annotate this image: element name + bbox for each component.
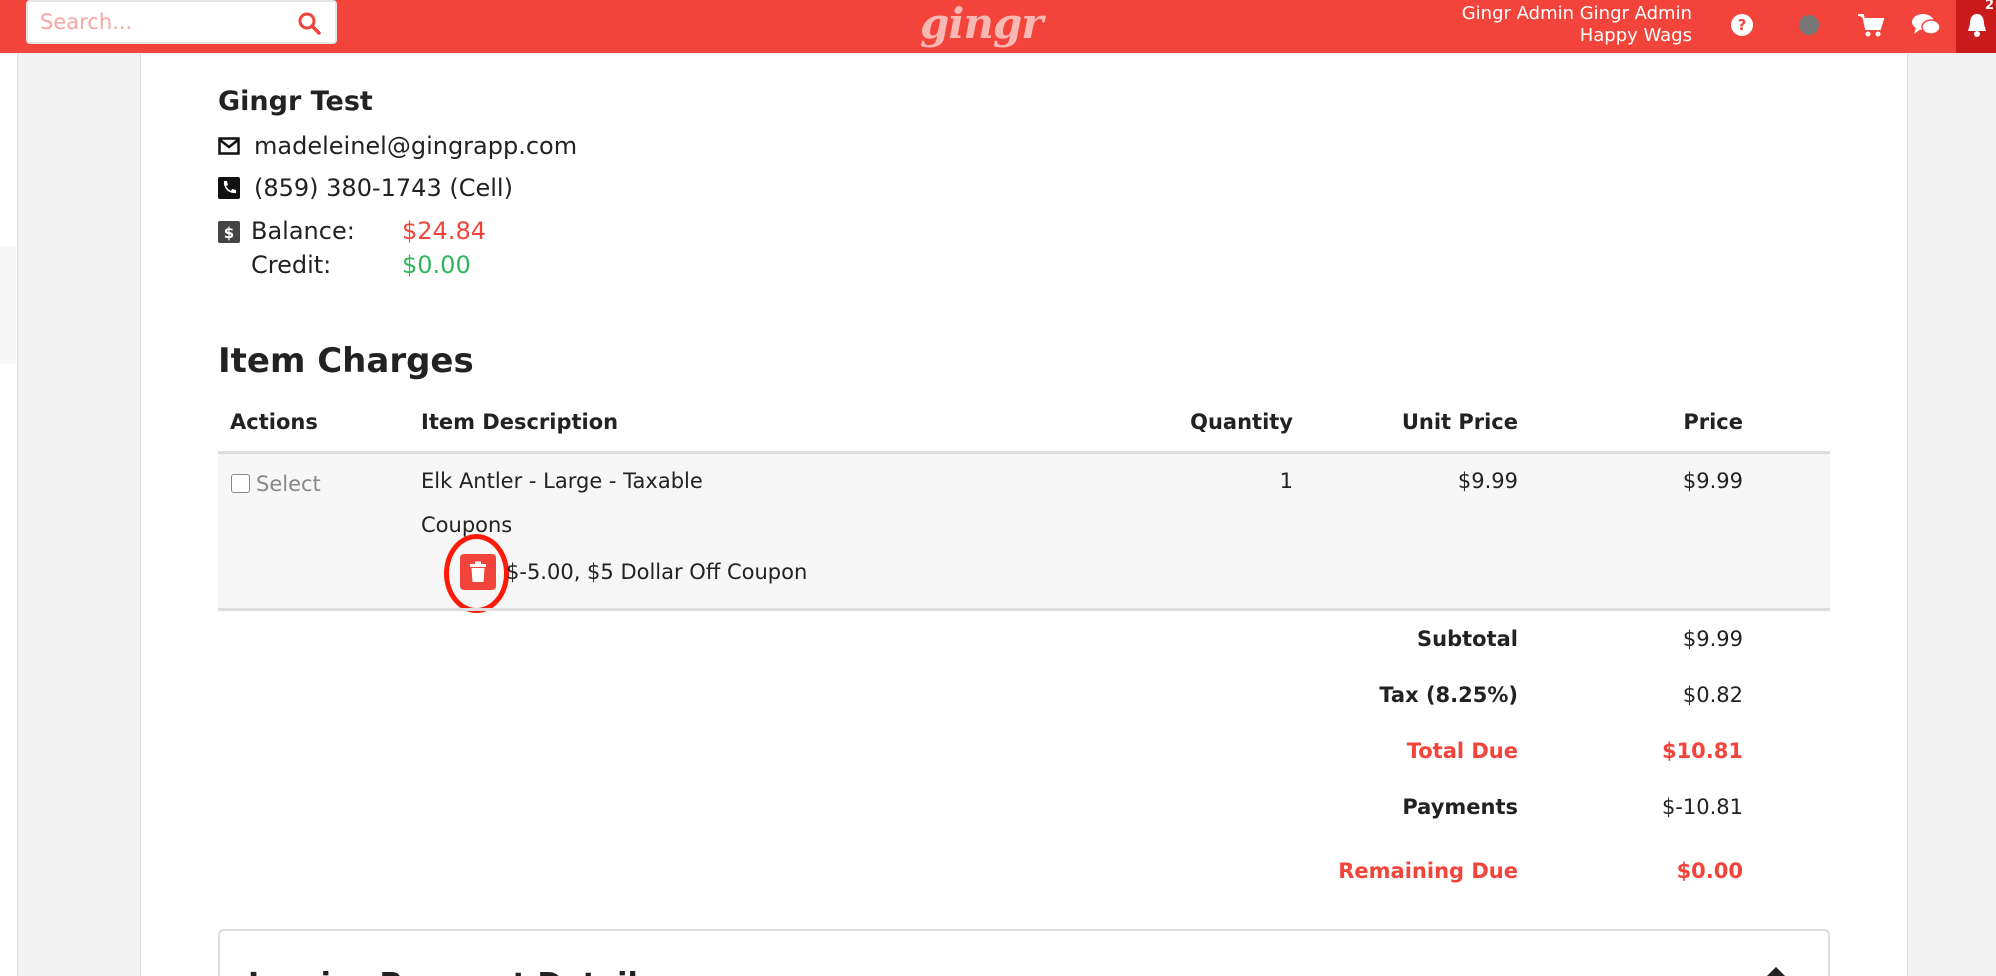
search-box[interactable] — [26, 0, 337, 44]
column-header-quantity: Quantity — [1190, 410, 1293, 434]
item-unit-price: $9.99 — [1457, 469, 1518, 493]
svg-text:$: $ — [224, 224, 234, 242]
location-name: Happy Wags — [1579, 25, 1692, 46]
total-due-value: $10.81 — [1661, 739, 1743, 763]
dollar-icon: $ — [218, 221, 240, 243]
customer-email-line: madeleinel@gingrapp.com — [218, 132, 577, 160]
user-info[interactable]: Gingr Admin Gingr Admin Happy Wags — [1462, 3, 1692, 47]
customer-phone-line: (859) 380-1743 (Cell) — [218, 174, 513, 202]
item-quantity: 1 — [1279, 469, 1293, 493]
status-dot-icon[interactable] — [1793, 9, 1825, 41]
column-header-actions: Actions — [230, 410, 318, 434]
panel-title: Invoice Payment Details — [248, 967, 656, 976]
invoice-payment-details-panel[interactable]: Invoice Payment Details — [218, 929, 1830, 976]
remaining-due-value: $0.00 — [1676, 859, 1743, 883]
top-navigation-bar: gingr Gingr Admin Gingr Admin Happy Wags… — [0, 0, 1996, 53]
notification-count-badge: 2 — [1985, 0, 1995, 13]
chat-icon[interactable] — [1910, 9, 1942, 41]
payments-value: $-10.81 — [1661, 795, 1743, 819]
column-header-unit-price: Unit Price — [1401, 410, 1518, 434]
coupons-label: Coupons — [421, 513, 513, 537]
payments-label: Payments — [1402, 795, 1518, 819]
phone-icon — [218, 177, 240, 199]
item-price: $9.99 — [1682, 469, 1743, 493]
search-icon[interactable] — [297, 11, 321, 35]
balance-label: Balance: — [251, 217, 355, 245]
credit-label: Credit: — [251, 251, 332, 279]
envelope-icon — [218, 135, 240, 157]
highlight-annotation-circle — [444, 534, 509, 613]
credit-value: $0.00 — [402, 251, 471, 279]
remaining-due-label: Remaining Due — [1338, 859, 1518, 883]
search-input[interactable] — [28, 2, 278, 42]
tax-label: Tax (8.25%) — [1379, 683, 1518, 707]
item-charges-title: Item Charges — [218, 341, 474, 381]
customer-name: Gingr Test — [218, 86, 373, 117]
subtotal-value: $9.99 — [1682, 627, 1743, 651]
user-name: Gingr Admin Gingr Admin — [1461, 3, 1692, 24]
column-header-item-description: Item Description — [421, 410, 619, 434]
cart-icon[interactable] — [1855, 9, 1887, 41]
item-description: Elk Antler - Large - Taxable — [421, 469, 703, 493]
subtotal-label: Subtotal — [1417, 627, 1518, 651]
coupon-text: $-5.00, $5 Dollar Off Coupon — [506, 560, 808, 584]
customer-phone: (859) 380-1743 (Cell) — [254, 174, 513, 202]
left-sidebar-edge — [0, 53, 18, 976]
sidebar-tab[interactable] — [0, 246, 16, 364]
caret-up-icon[interactable] — [1764, 967, 1788, 976]
balance-value: $24.84 — [402, 217, 486, 245]
select-label[interactable]: Select — [256, 472, 321, 496]
customer-email[interactable]: madeleinel@gingrapp.com — [254, 132, 577, 160]
svg-text:?: ? — [1738, 16, 1747, 34]
select-checkbox[interactable] — [231, 474, 250, 493]
tax-value: $0.82 — [1682, 683, 1743, 707]
table-row-divider — [218, 608, 1830, 611]
gingr-logo[interactable]: gingr — [920, 2, 1043, 48]
help-icon[interactable]: ? — [1726, 9, 1758, 41]
total-due-label: Total Due — [1406, 739, 1518, 763]
column-header-price: Price — [1683, 410, 1743, 434]
